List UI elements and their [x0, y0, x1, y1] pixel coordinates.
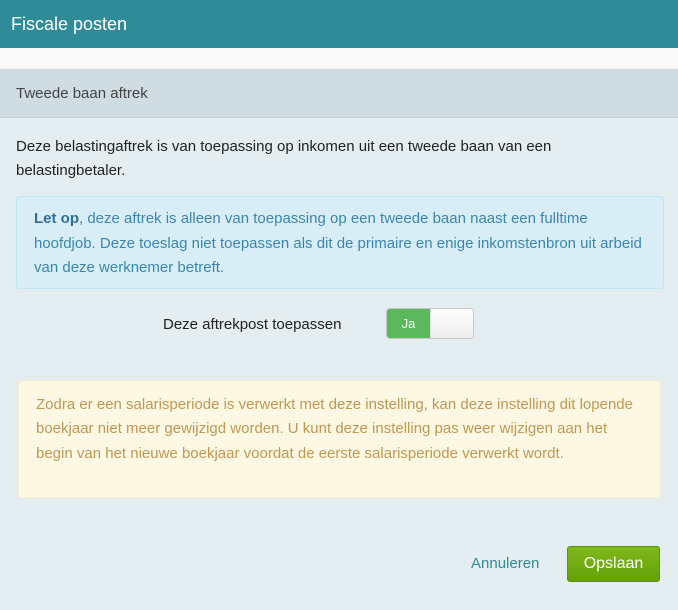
warning-text: Zodra er een salarisperiode is verwerkt …: [36, 396, 633, 462]
apply-deduction-toggle[interactable]: Ja: [386, 308, 474, 339]
header-divider: [0, 48, 678, 69]
info-alert: Let op, deze aftrek is alleen van toepas…: [16, 196, 664, 289]
toggle-label: Deze aftrekpost toepassen: [163, 316, 342, 333]
info-text: , deze aftrek is alleen van toepassing o…: [34, 210, 642, 276]
warning-alert: Zodra er een salarisperiode is verwerkt …: [18, 380, 661, 498]
toggle-row: Deze aftrekpost toepassen Ja: [0, 308, 678, 340]
save-button[interactable]: Opslaan: [567, 546, 660, 582]
cancel-link[interactable]: Annuleren: [471, 553, 539, 575]
info-emphasis: Let op: [34, 210, 79, 227]
toggle-knob[interactable]: [430, 309, 473, 338]
section-title: Tweede baan aftrek: [0, 69, 678, 118]
description-text: Deze belastingaftrek is van toepassing o…: [16, 138, 552, 179]
dialog-title: Fiscale posten: [0, 0, 678, 48]
toggle-on-label: Ja: [387, 309, 430, 338]
